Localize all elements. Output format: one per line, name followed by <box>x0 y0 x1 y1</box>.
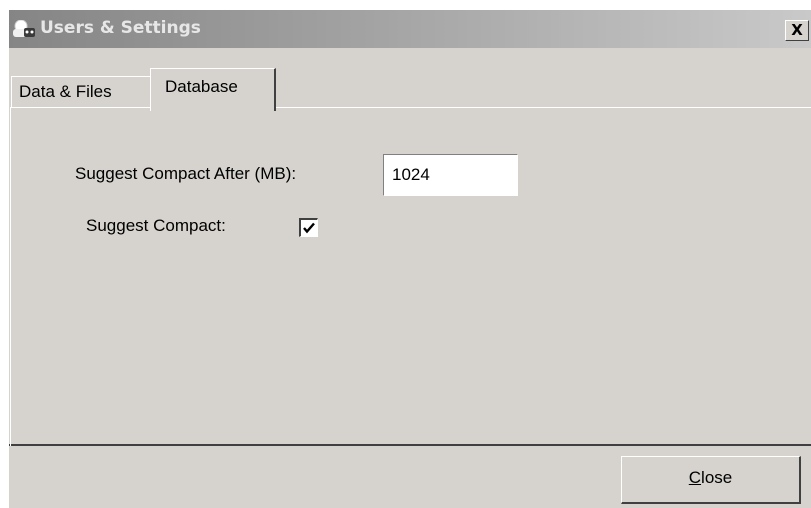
suggest-compact-checkbox[interactable] <box>299 218 318 237</box>
close-button[interactable]: Close <box>621 456 801 504</box>
close-icon[interactable]: X <box>785 20 809 41</box>
suggest-compact-label: Suggest Compact: <box>86 216 226 235</box>
tab-data-files[interactable]: Data & Files <box>11 76 151 108</box>
compact-after-input[interactable] <box>383 154 518 196</box>
compact-after-label: Suggest Compact After (MB): <box>75 164 297 183</box>
app-icon <box>12 19 36 38</box>
title-bar[interactable]: Users & Settings X <box>9 10 811 48</box>
close-accelerator: C <box>688 468 702 487</box>
close-label-rest: lose <box>701 468 733 487</box>
settings-window: Users & Settings X Data & Files Database… <box>9 10 811 508</box>
window-title: Users & Settings <box>40 18 201 38</box>
checkmark-icon <box>303 222 315 234</box>
tab-database[interactable]: Database <box>150 68 276 111</box>
